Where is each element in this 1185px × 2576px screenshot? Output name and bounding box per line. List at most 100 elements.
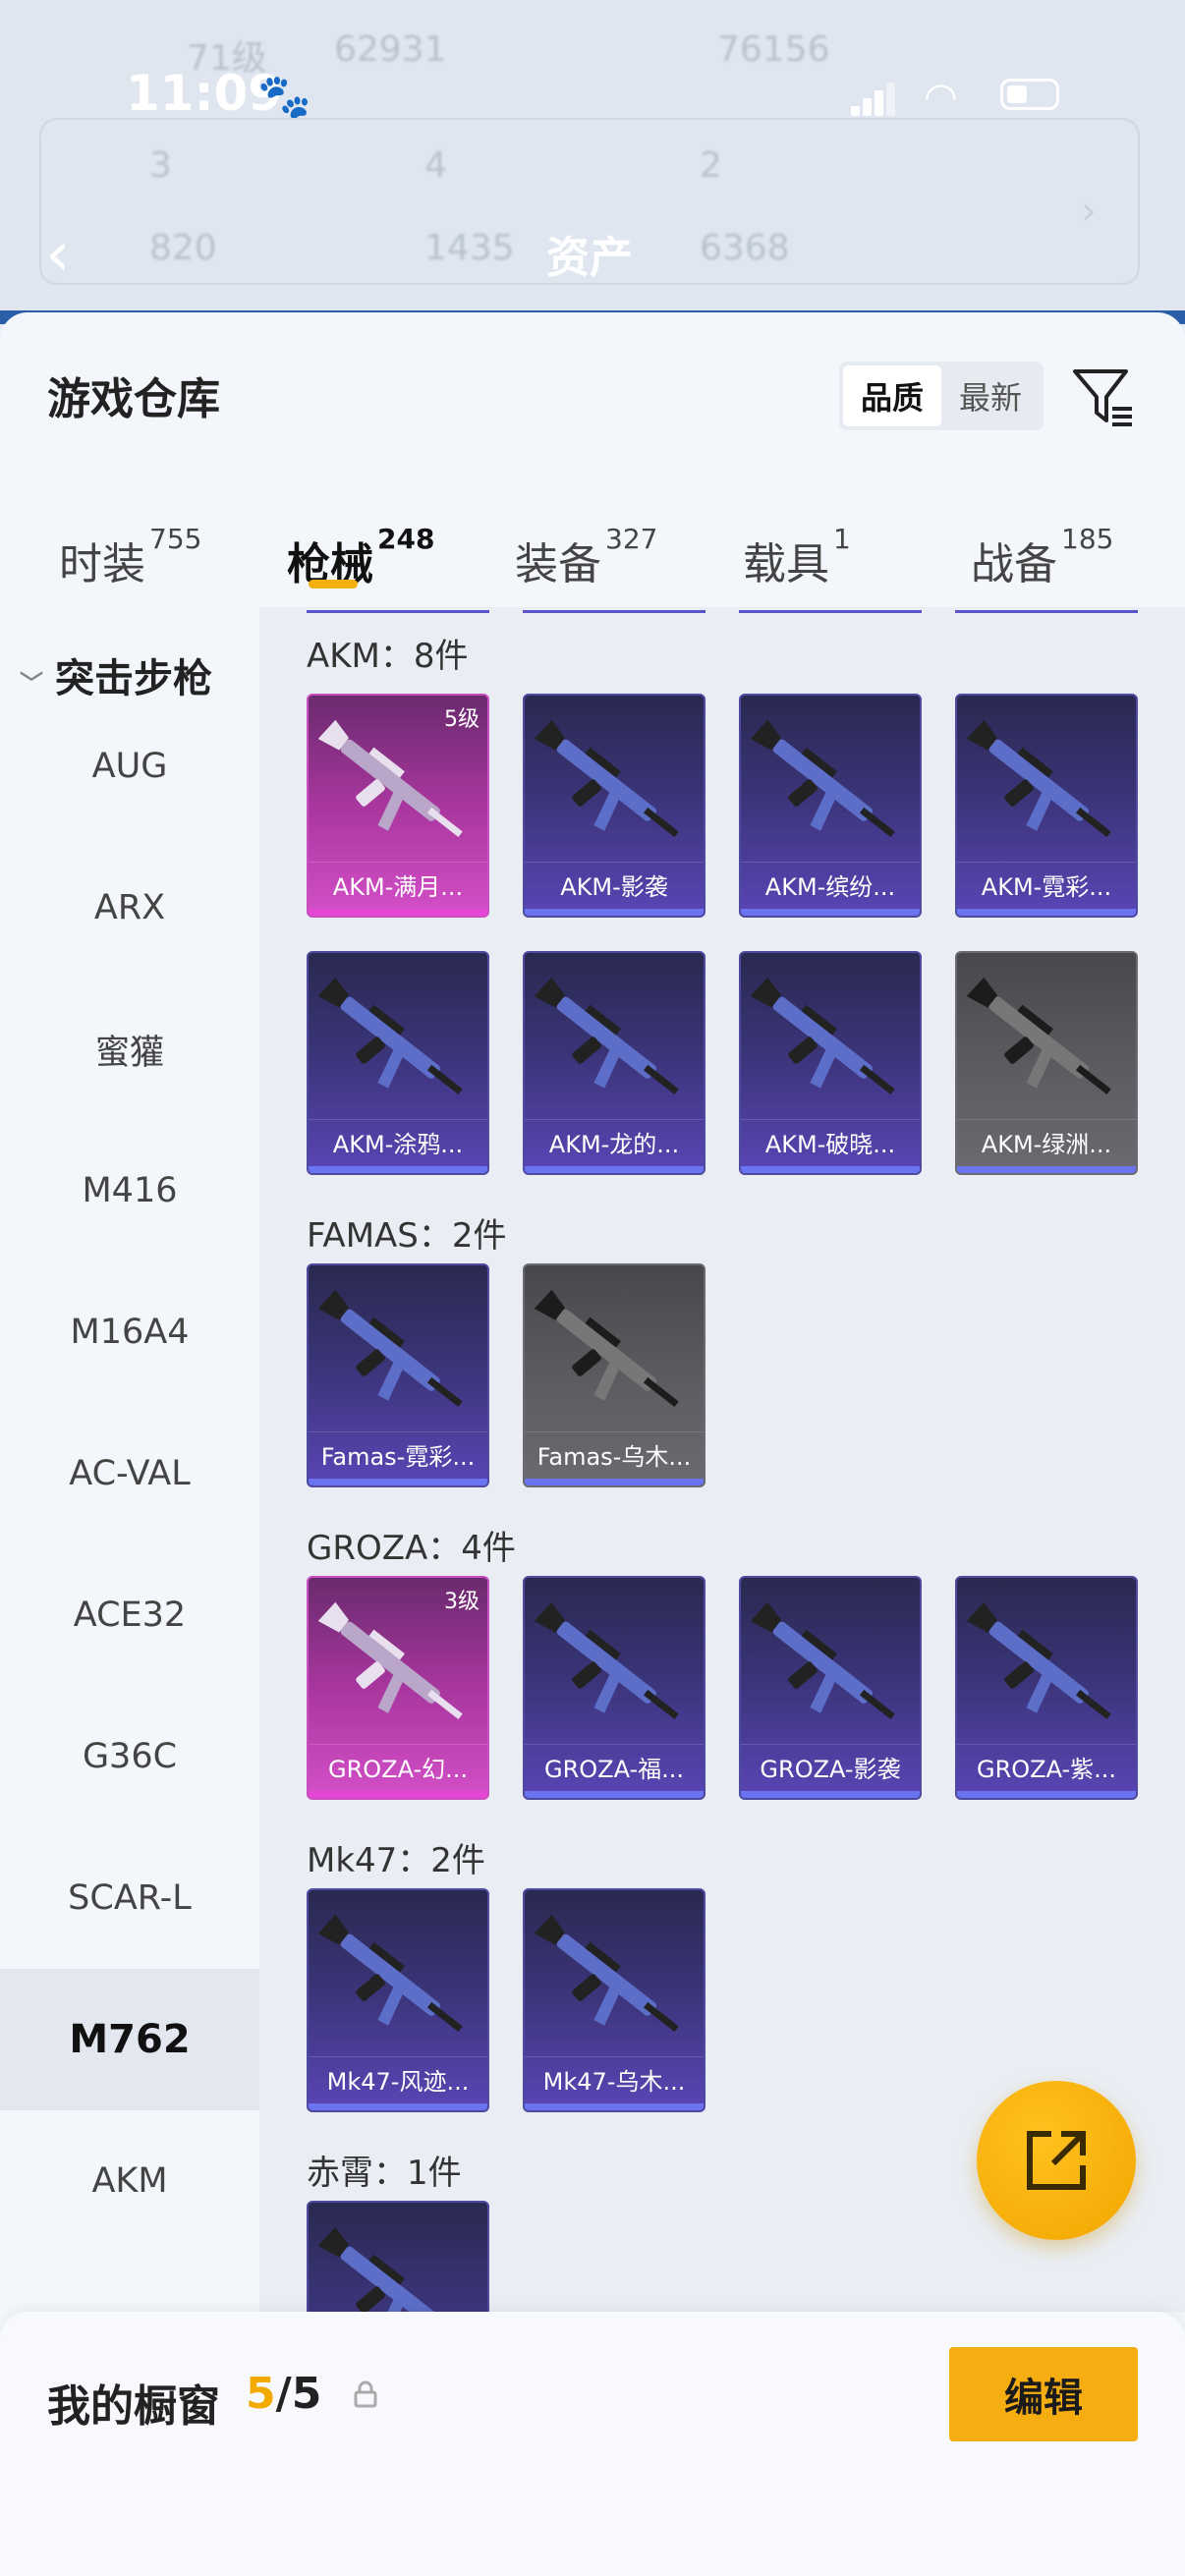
rarity-bar	[741, 1166, 920, 1173]
gun-icon	[535, 1914, 679, 2032]
sidebar-item-m416[interactable]: M416	[0, 1120, 259, 1261]
sidebar-item-aug[interactable]: AUG	[0, 696, 259, 837]
skin-name: GROZA-福...	[525, 1744, 704, 1789]
card-edge	[739, 607, 922, 613]
share-icon	[1027, 2131, 1086, 2190]
rarity-bar	[525, 2103, 704, 2110]
showcase-count-current: 5	[246, 2369, 276, 2419]
weapon-skin-card[interactable]: Famas-霓彩...	[307, 1263, 489, 1487]
sort-quality-button[interactable]: 品质	[843, 365, 941, 426]
weapon-skin-card[interactable]	[307, 2201, 489, 2312]
weapon-skin-card[interactable]: AKM-破晓...	[739, 951, 922, 1175]
weapon-skin-card[interactable]: 5级 AKM-满月...	[307, 694, 489, 918]
rarity-bar	[525, 909, 704, 916]
showcase-count: 5/5	[246, 2369, 321, 2419]
skin-name: AKM-绿洲...	[957, 1119, 1136, 1164]
weapon-skin-card[interactable]: 3级 GROZA-幻...	[307, 1576, 489, 1800]
tab-label: 装备	[515, 539, 601, 589]
rarity-bar	[741, 1791, 920, 1798]
gun-icon	[318, 2226, 440, 2312]
rarity-bar	[525, 1791, 704, 1798]
bg-stat: 2	[700, 145, 722, 186]
gun-icon	[318, 719, 463, 837]
tab-vehicles[interactable]: 载具1	[743, 523, 851, 591]
skin-name: Mk47-风迹...	[309, 2056, 487, 2101]
skin-name: AKM-龙的...	[525, 1119, 704, 1164]
rarity-bar	[957, 1791, 1136, 1798]
rarity-bar	[309, 909, 487, 916]
back-arrow-icon[interactable]: ‹	[45, 218, 71, 291]
rarity-bar	[309, 1791, 487, 1798]
sort-latest-button[interactable]: 最新	[941, 365, 1040, 426]
showcase-label: 我的橱窗	[47, 2381, 220, 2432]
showcase-count-total: /5	[275, 2369, 322, 2419]
weapon-skin-card[interactable]: AKM-龙的...	[523, 951, 705, 1175]
weapon-skin-card[interactable]: AKM-缤纷...	[739, 694, 922, 918]
bg-stat: 4	[424, 145, 447, 186]
weapon-skin-card[interactable]: Mk47-风迹...	[307, 1888, 489, 2112]
filter-icon[interactable]	[1071, 364, 1136, 428]
skin-name: AKM-破晓...	[741, 1119, 920, 1164]
weapon-skin-card[interactable]: GROZA-影袭	[739, 1576, 922, 1800]
rarity-bar	[741, 909, 920, 916]
sidebar-item-m762[interactable]: M762	[0, 1969, 259, 2110]
tab-equipment[interactable]: 装备327	[515, 523, 657, 591]
gun-icon	[751, 719, 895, 837]
tab-count: 248	[377, 523, 435, 555]
tab-supplies[interactable]: 战备185	[971, 523, 1113, 591]
rarity-bar	[525, 1166, 704, 1173]
skin-name: GROZA-紫...	[957, 1744, 1136, 1789]
gun-icon	[318, 977, 463, 1094]
weapon-skin-card[interactable]: GROZA-紫...	[955, 1576, 1138, 1800]
tab-count: 1	[833, 523, 851, 555]
paw-icon: 🐾	[257, 72, 311, 122]
sidebar-item-arx[interactable]: ARX	[0, 837, 259, 979]
skin-name: AKM-满月...	[309, 862, 487, 907]
sheet-title: 游戏仓库	[47, 374, 220, 424]
weapon-skin-card[interactable]: AKM-霓彩...	[955, 694, 1138, 918]
gun-icon	[318, 1289, 463, 1407]
weapon-sidebar: ﹀ 突击步枪 AUG ARX 蜜獾 M416 M16A4 AC-VAL ACE32…	[0, 607, 259, 2312]
tab-count: 185	[1061, 523, 1114, 555]
tab-fashion[interactable]: 时装755	[59, 523, 201, 591]
gun-icon	[535, 1289, 679, 1407]
rarity-bar	[957, 909, 1136, 916]
tab-label: 时装	[59, 539, 145, 589]
gun-icon	[535, 719, 679, 837]
weapon-grid: AKM：8件 5级 AKM-满月... AKM-影袭 AKM-缤纷... AKM-霓彩..…	[259, 607, 1185, 2312]
rarity-bar	[957, 1166, 1136, 1173]
sidebar-item-ace32[interactable]: ACE32	[0, 1544, 259, 1686]
sidebar-item-ac-val[interactable]: AC-VAL	[0, 1403, 259, 1544]
gun-icon	[967, 719, 1111, 837]
weapon-skin-card[interactable]: AKM-影袭	[523, 694, 705, 918]
wifi-icon: ◠	[924, 75, 958, 120]
battery-icon	[1000, 79, 1059, 110]
share-button[interactable]	[977, 2081, 1136, 2240]
sidebar-item-honey-badger[interactable]: 蜜獾	[0, 979, 259, 1120]
sidebar-item-scar-l[interactable]: SCAR-L	[0, 1827, 259, 1969]
active-tab-indicator	[309, 580, 358, 588]
section-title: 赤霄：1件	[307, 2154, 462, 2193]
weapon-skin-card[interactable]: Mk47-乌木...	[523, 1888, 705, 2112]
weapon-skin-card[interactable]: GROZA-福...	[523, 1576, 705, 1800]
chevron-down-icon: ﹀	[20, 670, 43, 698]
gun-icon	[535, 1601, 679, 1719]
sidebar-item-akm[interactable]: AKM	[0, 2110, 259, 2252]
gun-icon	[535, 977, 679, 1094]
rarity-bar	[309, 1166, 487, 1173]
tab-count: 327	[605, 523, 658, 555]
gun-icon	[967, 977, 1111, 1094]
section-title: FAMAS：2件	[307, 1216, 507, 1256]
background-header: 71级 62931 76156 11:09 🐾 ◠ 3 4 2 820 1435…	[0, 0, 1185, 324]
weapon-skin-card[interactable]: Famas-乌木...	[523, 1263, 705, 1487]
sidebar-item-m16a4[interactable]: M16A4	[0, 1261, 259, 1403]
weapon-skin-card[interactable]: AKM-绿洲...	[955, 951, 1138, 1175]
weapon-skin-card[interactable]: AKM-涂鸦...	[307, 951, 489, 1175]
warehouse-sheet: 游戏仓库 品质 最新 时装755 枪械248 装备327 载具1 战备185 ﹀…	[0, 312, 1185, 2576]
sidebar-item-g36c[interactable]: G36C	[0, 1686, 259, 1827]
section-title: Mk47：2件	[307, 1841, 485, 1880]
showcase-bar: 我的橱窗 5/5 编辑	[0, 2312, 1185, 2576]
edit-button[interactable]: 编辑	[949, 2347, 1138, 2441]
gun-icon	[967, 1601, 1111, 1719]
section-title: AKM：8件	[307, 637, 469, 676]
